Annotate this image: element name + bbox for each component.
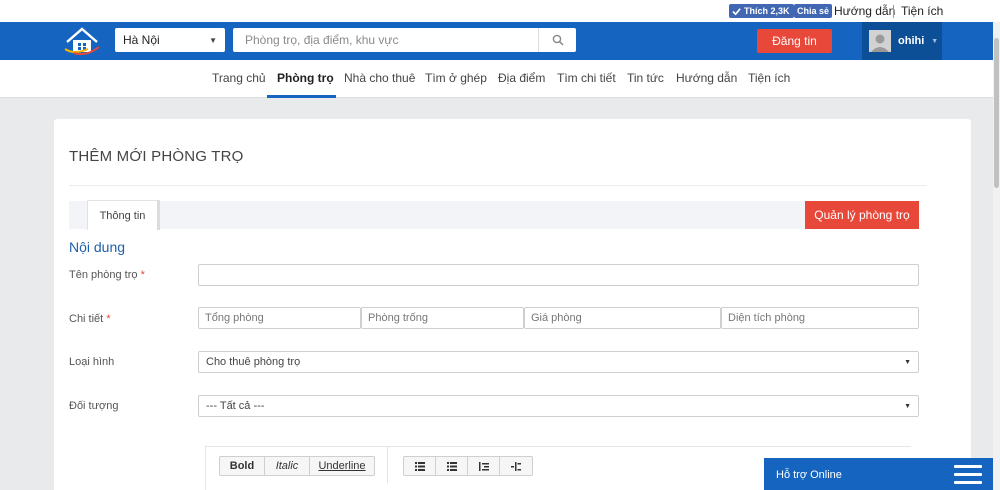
house-logo-icon <box>64 27 100 56</box>
user-menu[interactable]: ohihi ▼ <box>862 22 942 60</box>
nav-item-roommate[interactable]: Tìm ở ghép <box>425 71 487 85</box>
facebook-like-label: Thích 2,3K <box>744 6 790 16</box>
target-select[interactable]: --- Tất cả --- ▼ <box>198 395 919 417</box>
chevron-down-icon: ▼ <box>931 37 939 45</box>
caret-down-icon: ▼ <box>904 402 911 410</box>
target-label: Đối tượng <box>69 400 119 412</box>
text-format-group: Bold Italic Underline <box>219 456 375 476</box>
required-mark: * <box>140 269 145 281</box>
nav-item-news[interactable]: Tin tức <box>627 71 664 85</box>
details-label: Chi tiết * <box>69 313 111 325</box>
search-input[interactable] <box>233 28 538 52</box>
outdent-button[interactable] <box>500 457 532 475</box>
top-guide-link[interactable]: Hướng dẫn <box>834 4 895 18</box>
room-name-label-text: Tên phòng trọ <box>69 269 138 281</box>
online-support-widget[interactable]: Hỗ trợ Online <box>764 458 993 490</box>
room-area-input[interactable] <box>721 307 919 329</box>
nav-item-home[interactable]: Trang chủ <box>212 71 266 85</box>
nav-item-guide[interactable]: Hướng dẫn <box>676 71 737 85</box>
title-divider <box>69 185 927 186</box>
bullet-list-button[interactable] <box>404 457 436 475</box>
post-listing-label: Đăng tin <box>772 34 817 48</box>
add-room-panel: THÊM MỚI PHÒNG TRỌ Thông tin Quản lý phò… <box>54 119 971 490</box>
type-select-value: Cho thuê phòng trọ <box>206 356 301 368</box>
top-utility-bar: Thích 2,3K Chia sẻ Hướng dẫn Tiện ích <box>0 0 1000 22</box>
total-rooms-input[interactable] <box>198 307 361 329</box>
site-logo[interactable] <box>62 25 102 57</box>
numbered-list-icon <box>446 461 457 471</box>
tab-strip <box>69 201 919 229</box>
details-label-text: Chi tiết <box>69 313 104 325</box>
main-nav: Trang chủ Phòng trọ Nhà cho thuê Tìm ở g… <box>0 60 1000 98</box>
scrollbar-thumb[interactable] <box>994 38 999 188</box>
tab-info-label: Thông tin <box>99 209 146 222</box>
empty-rooms-input[interactable] <box>361 307 524 329</box>
manage-rooms-button[interactable]: Quản lý phòng trọ <box>805 201 919 229</box>
manage-rooms-label: Quản lý phòng trọ <box>814 208 910 222</box>
avatar <box>869 30 891 52</box>
menu-icon[interactable] <box>954 465 982 485</box>
top-link-divider <box>893 5 894 18</box>
section-title: Nội dung <box>69 239 126 255</box>
top-utility-link[interactable]: Tiện ích <box>901 4 943 18</box>
italic-button[interactable]: Italic <box>265 457 310 475</box>
type-select[interactable]: Cho thuê phòng trọ ▼ <box>198 351 919 373</box>
caret-down-icon: ▼ <box>904 358 911 366</box>
toolbar-separator <box>387 447 388 483</box>
target-select-value: --- Tất cả --- <box>206 400 265 412</box>
bold-button[interactable]: Bold <box>220 457 265 475</box>
numbered-list-button[interactable] <box>436 457 468 475</box>
facebook-share-button[interactable]: Chia sẻ <box>794 4 833 18</box>
search-box <box>233 28 576 52</box>
page-title: THÊM MỚI PHÒNG TRỌ <box>69 148 244 165</box>
facebook-like-button[interactable]: Thích 2,3K <box>729 4 794 18</box>
facebook-share-label: Chia sẻ <box>797 6 830 16</box>
indent-icon <box>478 461 489 471</box>
city-select-value: Hà Nội <box>123 33 160 47</box>
nav-item-rooms[interactable]: Phòng trọ <box>277 71 334 85</box>
nav-item-locations[interactable]: Địa điểm <box>498 71 545 85</box>
page-scrollbar[interactable] <box>993 22 1000 490</box>
room-name-input[interactable] <box>198 264 919 286</box>
user-silhouette-icon <box>869 30 891 52</box>
check-icon <box>732 7 741 15</box>
underline-button[interactable]: Underline <box>310 457 374 475</box>
room-name-label: Tên phòng trọ * <box>69 269 145 281</box>
online-support-label: Hỗ trợ Online <box>776 469 842 481</box>
nav-active-indicator <box>267 95 336 98</box>
nav-item-houses-for-rent[interactable]: Nhà cho thuê <box>344 71 415 85</box>
nav-item-utilities[interactable]: Tiện ích <box>748 71 790 85</box>
caret-down-icon: ▼ <box>209 35 217 45</box>
list-format-group <box>403 456 533 476</box>
main-header: Hà Nội ▼ Đăng tin ohihi ▼ <box>0 22 1000 60</box>
post-listing-button[interactable]: Đăng tin <box>757 29 832 53</box>
tab-info[interactable]: Thông tin <box>87 200 160 230</box>
search-button[interactable] <box>538 28 576 52</box>
search-icon <box>552 34 564 46</box>
username: ohihi <box>898 35 925 47</box>
bullet-list-icon <box>414 461 425 471</box>
room-price-input[interactable] <box>524 307 721 329</box>
type-label: Loại hình <box>69 356 115 368</box>
indent-button[interactable] <box>468 457 500 475</box>
required-mark: * <box>106 313 111 325</box>
nav-item-advanced-search[interactable]: Tìm chi tiết <box>557 71 616 85</box>
outdent-icon <box>511 461 521 471</box>
city-select[interactable]: Hà Nội ▼ <box>115 28 225 52</box>
